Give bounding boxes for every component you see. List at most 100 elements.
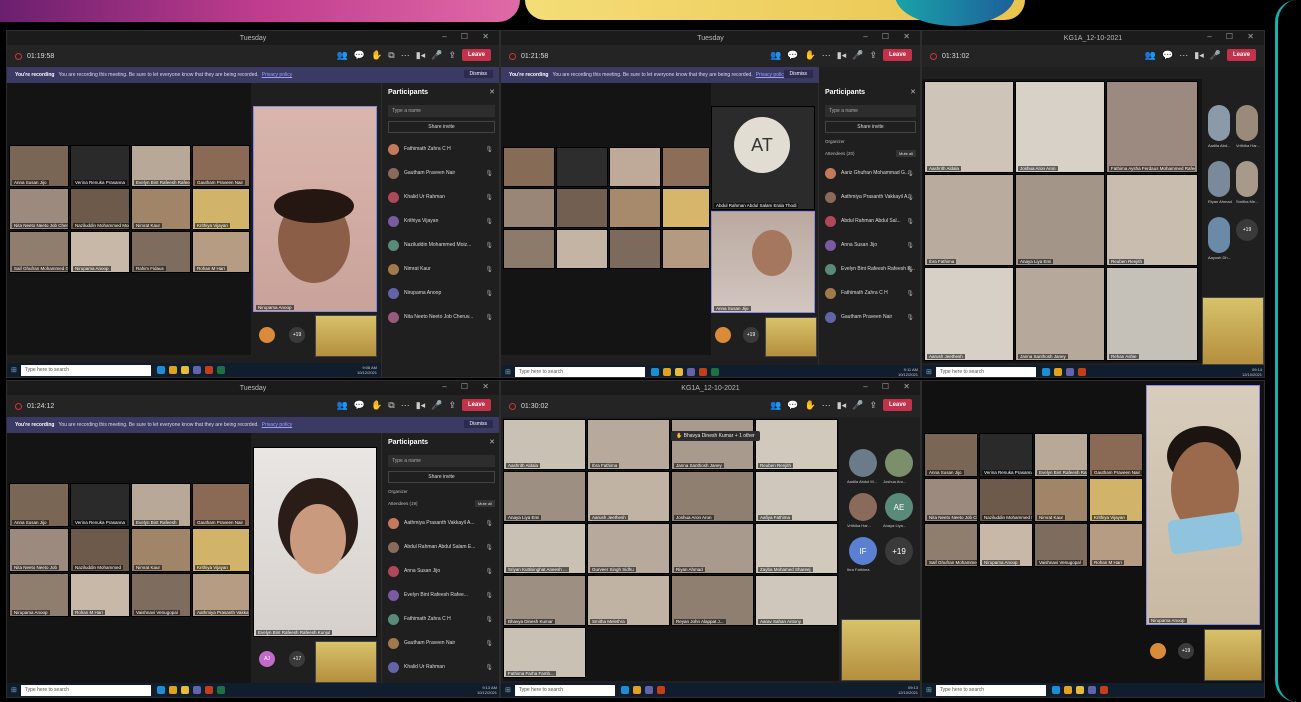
- video-tile[interactable]: Gautham Praveen Nair: [192, 145, 250, 187]
- video-tile[interactable]: Aashrith Aldala: [503, 419, 586, 470]
- search-input[interactable]: Type a name: [825, 105, 916, 117]
- avatar-tile[interactable]: AT Abdul Rahman Abdul Salam Erala Thodi: [711, 106, 815, 210]
- video-tile[interactable]: [556, 229, 608, 269]
- video-tile[interactable]: Nimrat Kaur: [1034, 478, 1088, 522]
- camera-icon[interactable]: ▮◂: [1194, 50, 1203, 61]
- taskbar-search-input[interactable]: Type here to search: [935, 366, 1036, 377]
- privacy-policy-link[interactable]: Privacy policy: [262, 72, 293, 78]
- video-tile[interactable]: Reuben Renjith: [755, 419, 838, 470]
- video-tile[interactable]: [609, 147, 661, 187]
- participant-row[interactable]: Gautham Praveen Nair 🎙: [819, 305, 920, 329]
- chat-icon[interactable]: 💬: [787, 50, 798, 61]
- video-tile[interactable]: [609, 188, 661, 228]
- more-participants-badge[interactable]: +19: [1236, 219, 1258, 241]
- people-icon[interactable]: 👥: [770, 400, 781, 411]
- video-tile[interactable]: [662, 188, 710, 228]
- more-icon[interactable]: ⋯: [822, 50, 831, 61]
- people-icon[interactable]: 👥: [337, 50, 348, 61]
- video-tile[interactable]: Ibra Fathima: [924, 174, 1014, 266]
- video-tile[interactable]: Reyan John Alappat J...: [671, 575, 754, 626]
- side-avatar[interactable]: [1236, 161, 1258, 197]
- side-avatar[interactable]: [885, 449, 913, 477]
- video-tile[interactable]: Ibra Fathima: [587, 419, 670, 470]
- window-controls[interactable]: – ☐ ✕: [863, 32, 916, 41]
- chat-icon[interactable]: 💬: [354, 400, 365, 411]
- privacy-policy-link[interactable]: Privacy policy: [262, 422, 293, 428]
- video-tile[interactable]: Sriyan Kuttisinghat Aneesh ...: [503, 523, 586, 574]
- participant-row[interactable]: Fathimath Zahra C H 🎙: [819, 281, 920, 305]
- more-participants-badge[interactable]: +19: [289, 327, 305, 343]
- more-icon[interactable]: ⋯: [1179, 50, 1188, 61]
- video-tile[interactable]: Joshua Aron Aron: [1015, 81, 1105, 173]
- video-tile[interactable]: Aarush Jeethesh: [924, 267, 1014, 361]
- edge-icon[interactable]: [620, 686, 629, 694]
- participant-row[interactable]: Krithiya Vijayan 🎙: [382, 209, 499, 233]
- video-tile[interactable]: [503, 188, 555, 228]
- people-icon[interactable]: 👥: [770, 50, 781, 61]
- video-tile[interactable]: Gautham Praveen Nair: [192, 483, 250, 527]
- reactions-icon[interactable]: ✋: [805, 50, 816, 61]
- leave-button[interactable]: Leave: [461, 49, 491, 61]
- people-icon[interactable]: 👥: [1145, 50, 1156, 61]
- rooms-icon[interactable]: ⧉: [388, 50, 394, 61]
- windows-start-icon[interactable]: ⊞: [505, 686, 511, 694]
- video-tile[interactable]: Rohan M Hari: [1089, 523, 1143, 567]
- excel-icon[interactable]: [710, 368, 719, 376]
- side-avatar[interactable]: AE: [885, 493, 913, 521]
- participant-row[interactable]: Evelyn Bint Rafeesh Rafeesh K... 🎙: [819, 257, 920, 281]
- video-tile[interactable]: Janna Santhosh Janey: [671, 419, 754, 470]
- more-participants-badge[interactable]: +17: [289, 651, 305, 667]
- more-icon[interactable]: ⋯: [822, 400, 831, 411]
- teams-icon[interactable]: [686, 368, 695, 376]
- video-tile[interactable]: Smitha Melethra: [587, 575, 670, 626]
- dismiss-button[interactable]: Dismiss: [463, 70, 493, 78]
- video-tile[interactable]: Aathmiya Prasanth Vakkayil: [192, 573, 250, 617]
- participant-row[interactable]: Nita Neeto Neeto Job Cheruv... 🎙: [382, 305, 499, 329]
- leave-button[interactable]: Leave: [882, 399, 912, 411]
- video-tile[interactable]: Verina Renuka Prasanna: [70, 483, 130, 527]
- video-tile[interactable]: Anaya Liya Emi: [503, 471, 586, 522]
- explorer-icon[interactable]: [180, 366, 189, 374]
- chrome-icon[interactable]: [662, 368, 671, 376]
- reactions-icon[interactable]: ✋: [371, 50, 382, 61]
- video-tile[interactable]: [503, 147, 555, 187]
- participant-row[interactable]: Fathimath Zahra C H 🎙: [382, 137, 499, 161]
- close-icon[interactable]: ✕: [489, 88, 495, 96]
- side-avatar[interactable]: [849, 493, 877, 521]
- video-tile[interactable]: Verina Renuka Prasanna: [979, 433, 1033, 477]
- search-input[interactable]: Type a name: [388, 455, 495, 467]
- video-tile[interactable]: Krithiya Vijayan: [192, 528, 250, 572]
- share-icon[interactable]: ⇪: [869, 50, 877, 61]
- video-tile[interactable]: Anna Susan Jijo: [9, 483, 69, 527]
- video-tile[interactable]: Nita Neeto Neeto Job: [9, 528, 69, 572]
- close-icon[interactable]: ✕: [489, 438, 495, 446]
- video-tile[interactable]: Rohan M Hari: [192, 231, 250, 273]
- participant-row[interactable]: Aariz Ghufran Mohammad G... 🎙: [819, 161, 920, 185]
- powerpoint-icon[interactable]: [656, 686, 665, 694]
- edge-icon[interactable]: [1041, 368, 1050, 376]
- video-tile[interactable]: Anna Susan Jijo: [924, 433, 978, 477]
- video-tile[interactable]: Nimrat Kaur: [131, 188, 191, 230]
- side-avatar[interactable]: IF: [849, 537, 877, 565]
- leave-button[interactable]: Leave: [1226, 49, 1256, 61]
- camera-icon[interactable]: ▮◂: [837, 400, 846, 411]
- more-participants-badge[interactable]: +19: [743, 327, 759, 343]
- camera-icon[interactable]: ▮◂: [416, 50, 425, 61]
- video-tile[interactable]: Naziluddin Mohammed Moi...: [979, 478, 1033, 522]
- video-tile[interactable]: Anna Susan Jijo: [9, 145, 69, 187]
- video-tile[interactable]: [662, 229, 710, 269]
- participant-row[interactable]: Evelyn Bint Rafeesh Rafee... 🎙: [382, 583, 499, 607]
- chat-icon[interactable]: 💬: [354, 50, 365, 61]
- teams-icon[interactable]: [1087, 686, 1096, 694]
- participant-row[interactable]: Gautham Praveen Nair 🎙: [382, 161, 499, 185]
- edge-icon[interactable]: [156, 686, 165, 694]
- participant-row[interactable]: Fathimath Zahra C H 🎙: [382, 607, 499, 631]
- window-controls[interactable]: – ☐ ✕: [442, 32, 495, 41]
- side-avatar[interactable]: [849, 449, 877, 477]
- video-tile[interactable]: Naziluddin Mohammed Moi...: [70, 188, 130, 230]
- video-tile[interactable]: Evelyn Bint Rafeesh: [131, 483, 191, 527]
- video-tile[interactable]: Aarav Sahan Antony: [755, 575, 838, 626]
- participant-row[interactable]: Abdul Rahman Abdul Salam E... 🎙: [382, 535, 499, 559]
- mute-all-button[interactable]: Mute all: [474, 500, 495, 507]
- explorer-icon[interactable]: [1075, 686, 1084, 694]
